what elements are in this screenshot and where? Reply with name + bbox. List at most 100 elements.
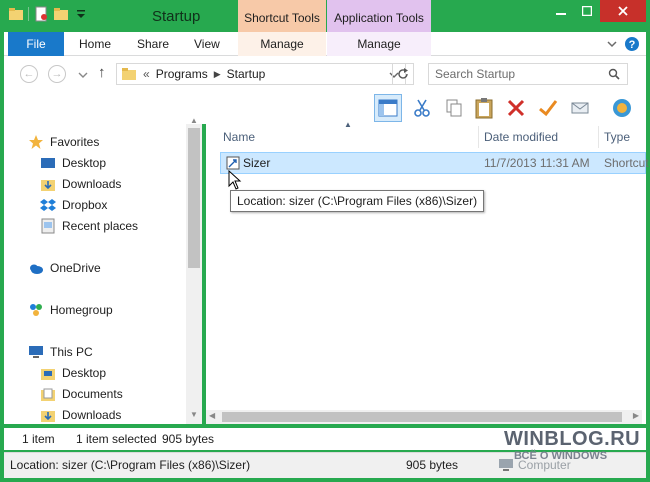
column-header-name[interactable]: Name [223,130,255,144]
recent-locations-icon[interactable] [78,70,88,80]
chevron-down-icon[interactable] [606,38,618,50]
nav-item-downloads[interactable]: Downloads [40,174,121,194]
nav-item-dropbox[interactable]: Dropbox [40,195,107,215]
help-icon[interactable]: ? [624,36,640,52]
search-icon[interactable] [608,68,620,80]
forward-button[interactable]: → [48,65,66,83]
nav-item-homegroup[interactable]: Homegroup [28,300,113,320]
desktop-folder-icon [41,369,55,380]
file-type: Shortcut [604,156,649,170]
rename-button[interactable] [534,94,562,122]
window-controls [548,0,646,22]
nav-item-desktop[interactable]: Desktop [40,153,106,173]
status-selected: 1 item selected [76,432,157,446]
address-bar[interactable]: « Programs ▶ Startup [116,63,406,85]
cut-icon [414,99,430,117]
shell-icon [613,99,631,117]
back-button[interactable]: ← [20,65,38,83]
horizontal-scrollbar[interactable]: ◀ ▶ [206,410,642,424]
folder-icon[interactable] [8,6,24,22]
paste-button[interactable] [470,94,498,122]
file-name: Sizer [243,156,271,170]
layout-button[interactable] [374,94,402,122]
nav-item-favorites[interactable]: Favorites [28,132,99,152]
sort-indicator-icon: ▲ [344,120,352,129]
breadcrumb-separator-icon[interactable]: ▶ [214,69,221,80]
tab-view[interactable]: View [194,32,220,56]
close-button[interactable] [600,0,646,22]
tab-share[interactable]: Share [137,32,169,56]
column-header-date[interactable]: Date modified [484,130,558,144]
qat-divider [28,7,29,21]
nav-scrollbar-thumb[interactable] [188,128,200,268]
cut-button[interactable] [408,94,436,122]
application-tools-header: Application Tools [327,0,431,32]
breadcrumb-startup[interactable]: Startup [227,67,266,81]
customize-qat-icon[interactable] [73,6,89,22]
scroll-left-icon[interactable]: ◀ [209,411,215,420]
ribbon-tab-bar: File Home Share View Manage Manage ? [4,32,646,56]
column-header-type[interactable]: Type [604,130,630,144]
search-input[interactable]: Search Startup [428,63,628,85]
nav-item-recent-places[interactable]: Recent places [40,216,138,236]
maximize-button[interactable] [574,0,600,22]
minimize-button[interactable] [548,0,574,22]
nav-label-downloads: Downloads [62,177,122,191]
new-folder-icon[interactable] [53,6,69,22]
checkmark-icon [539,100,558,117]
up-button[interactable]: ↑ [98,64,106,81]
watermark: WINBLOG.RU ВСЁ О WINDOWS [500,426,640,470]
recent-places-icon [41,218,55,234]
nav-item-documents[interactable]: Documents [40,384,123,404]
navigation-pane: Favorites Desktop Downloads Dropbox Rece… [4,116,202,425]
window-title: Startup [152,8,201,25]
homegroup-icon [30,304,42,316]
scroll-down-icon[interactable]: ▼ [190,410,198,419]
quick-access-toolbar [8,6,89,22]
column-divider[interactable] [478,126,479,148]
shortcut-tools-header: Shortcut Tools [238,0,326,32]
dropbox-icon [40,199,56,211]
email-button[interactable] [566,94,594,122]
ribbon-right-controls: ? [606,36,640,52]
nav-scrollbar[interactable]: ▲ ▼ [186,116,202,424]
tab-file[interactable]: File [8,32,64,56]
nav-item-onedrive[interactable]: OneDrive [28,258,101,278]
paste-icon [475,98,493,119]
tab-home[interactable]: Home [79,32,111,56]
command-toolbar [4,92,646,124]
breadcrumb-programs[interactable]: Programs [156,67,208,81]
details-location: Location: sizer (C:\Program Files (x86)\… [10,458,251,472]
layout-pane-icon [378,99,398,117]
delete-icon [507,99,525,117]
column-divider[interactable] [598,126,599,148]
watermark-title: WINBLOG.RU [504,428,641,450]
nav-item-pc-desktop[interactable]: Desktop [40,363,106,383]
star-icon [29,135,43,149]
nav-label-favorites: Favorites [50,135,100,149]
nav-item-pc-downloads[interactable]: Downloads [40,405,121,425]
nav-label-pc-desktop: Desktop [62,366,107,380]
horizontal-scrollbar-thumb[interactable] [222,412,622,422]
table-row[interactable]: Sizer 11/7/2013 11:31 AM Shortcut [220,152,649,174]
copy-icon [446,99,462,117]
scroll-up-icon[interactable]: ▲ [190,116,198,125]
scroll-right-icon[interactable]: ▶ [633,411,639,420]
downloads-folder-icon [41,411,55,422]
status-item-count: 1 item [22,432,55,446]
mouse-cursor-icon [228,170,242,190]
nav-label-homegroup: Homegroup [50,303,113,317]
properties-icon[interactable] [33,6,49,22]
breadcrumb-overflow[interactable]: « [143,67,150,81]
tab-manage-application[interactable]: Manage [327,32,431,56]
copy-button[interactable] [440,94,468,122]
location-tooltip: Location: sizer (C:\Program Files (x86)\… [230,190,485,212]
nav-item-this-pc[interactable]: This PC [28,342,93,362]
delete-button[interactable] [502,94,530,122]
properties-button[interactable] [608,94,636,122]
nav-label-onedrive: OneDrive [50,261,101,275]
tab-manage-shortcut[interactable]: Manage [238,32,326,56]
nav-label-this-pc: This PC [50,345,93,359]
nav-label-desktop: Desktop [62,156,107,170]
refresh-button[interactable] [392,63,414,85]
